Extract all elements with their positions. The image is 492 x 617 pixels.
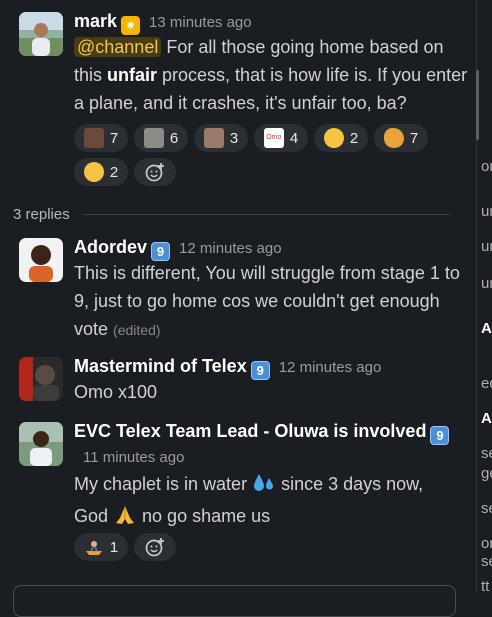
keycap-9-icon: 9	[430, 426, 450, 445]
sidebar-fragment[interactable]: or	[481, 158, 492, 175]
reaction-avatar-1[interactable]: 7	[74, 124, 128, 152]
reaction-relieved[interactable]: 2	[314, 124, 368, 152]
thread-panel: mark ✷ 13 minutes ago @channel For all tho…	[0, 0, 476, 617]
sidebar-fragment[interactable]: tt	[481, 578, 489, 593]
edited-label: (edited)	[113, 322, 161, 338]
replies-divider	[82, 214, 451, 215]
person-in-boat-icon	[84, 537, 104, 557]
omo-icon: Omo	[263, 128, 284, 148]
reaction-bar: 7 6 3 Omo 4 2 7 2	[74, 124, 474, 186]
reaction-boat[interactable]: 1	[74, 533, 128, 561]
add-reaction-button[interactable]	[134, 533, 176, 561]
avatar-icon-3	[203, 128, 224, 148]
timestamp[interactable]: 12 minutes ago	[179, 240, 282, 257]
avatar[interactable]	[19, 357, 63, 401]
timestamp[interactable]: 13 minutes ago	[149, 14, 252, 31]
reaction-sleeping[interactable]: 2	[74, 158, 128, 186]
sidebar-fragment[interactable]: ur	[481, 203, 492, 220]
sidebar-fragment[interactable]: se	[481, 500, 492, 517]
relieved-face-icon	[323, 128, 344, 148]
author-name[interactable]: Mastermind of Telex	[74, 356, 247, 376]
sidebar-fragment[interactable]: ur	[481, 275, 492, 292]
reaction-clap[interactable]: 7	[374, 124, 428, 152]
sidebar-fragment[interactable]: or	[481, 535, 492, 552]
avatar[interactable]	[19, 12, 63, 56]
avatar[interactable]	[19, 238, 63, 282]
avatar-icon-2	[143, 128, 164, 148]
add-emoji-icon	[145, 163, 164, 182]
clapping-hands-icon	[383, 128, 404, 148]
reaction-avatar-2[interactable]: 6	[134, 124, 188, 152]
message-text: @channel For all those going home based …	[74, 37, 468, 113]
author-name[interactable]: mark	[74, 11, 117, 31]
sidebar-fragment[interactable]: Al	[481, 320, 492, 337]
add-reaction-button[interactable]	[134, 158, 176, 186]
author-name[interactable]: EVC Telex Team Lead - Oluwa is involved	[74, 421, 426, 441]
sidebar-fragment[interactable]: ur	[481, 238, 492, 255]
message-text: Omo x100	[74, 382, 158, 402]
channel-mention[interactable]: @channel	[74, 37, 162, 57]
message-text: This is different, You will struggle fro…	[74, 263, 460, 339]
reply-composer[interactable]	[13, 585, 456, 617]
add-emoji-icon	[145, 538, 164, 557]
timestamp[interactable]: 11 minutes ago	[83, 449, 184, 466]
keycap-9-icon: 9	[250, 361, 270, 380]
folded-hands-icon	[113, 504, 137, 534]
avatar-icon-1	[83, 128, 104, 148]
message-text: My chaplet is in water since 3 days now,…	[74, 470, 469, 534]
reaction-avatar-3[interactable]: 3	[194, 124, 248, 152]
scrollbar[interactable]	[476, 70, 479, 140]
sidebar-fragment[interactable]: se	[481, 445, 492, 462]
sweat-droplets-icon	[252, 472, 276, 502]
sidebar-fragment[interactable]: ge	[481, 465, 492, 482]
sidebar-fragment[interactable]: ed	[481, 375, 492, 392]
timestamp[interactable]: 12 minutes ago	[279, 359, 382, 376]
reaction-omo[interactable]: Omo 4	[254, 124, 308, 152]
replies-count: 3 replies	[13, 206, 70, 223]
avatar[interactable]	[19, 422, 63, 466]
sleeping-face-icon	[83, 162, 104, 182]
sidebar-fragment[interactable]: Al	[481, 410, 492, 427]
sidebar-fragment[interactable]: se	[481, 553, 492, 570]
reaction-bar: 1	[74, 533, 474, 561]
author-name[interactable]: Adordev	[74, 237, 147, 257]
